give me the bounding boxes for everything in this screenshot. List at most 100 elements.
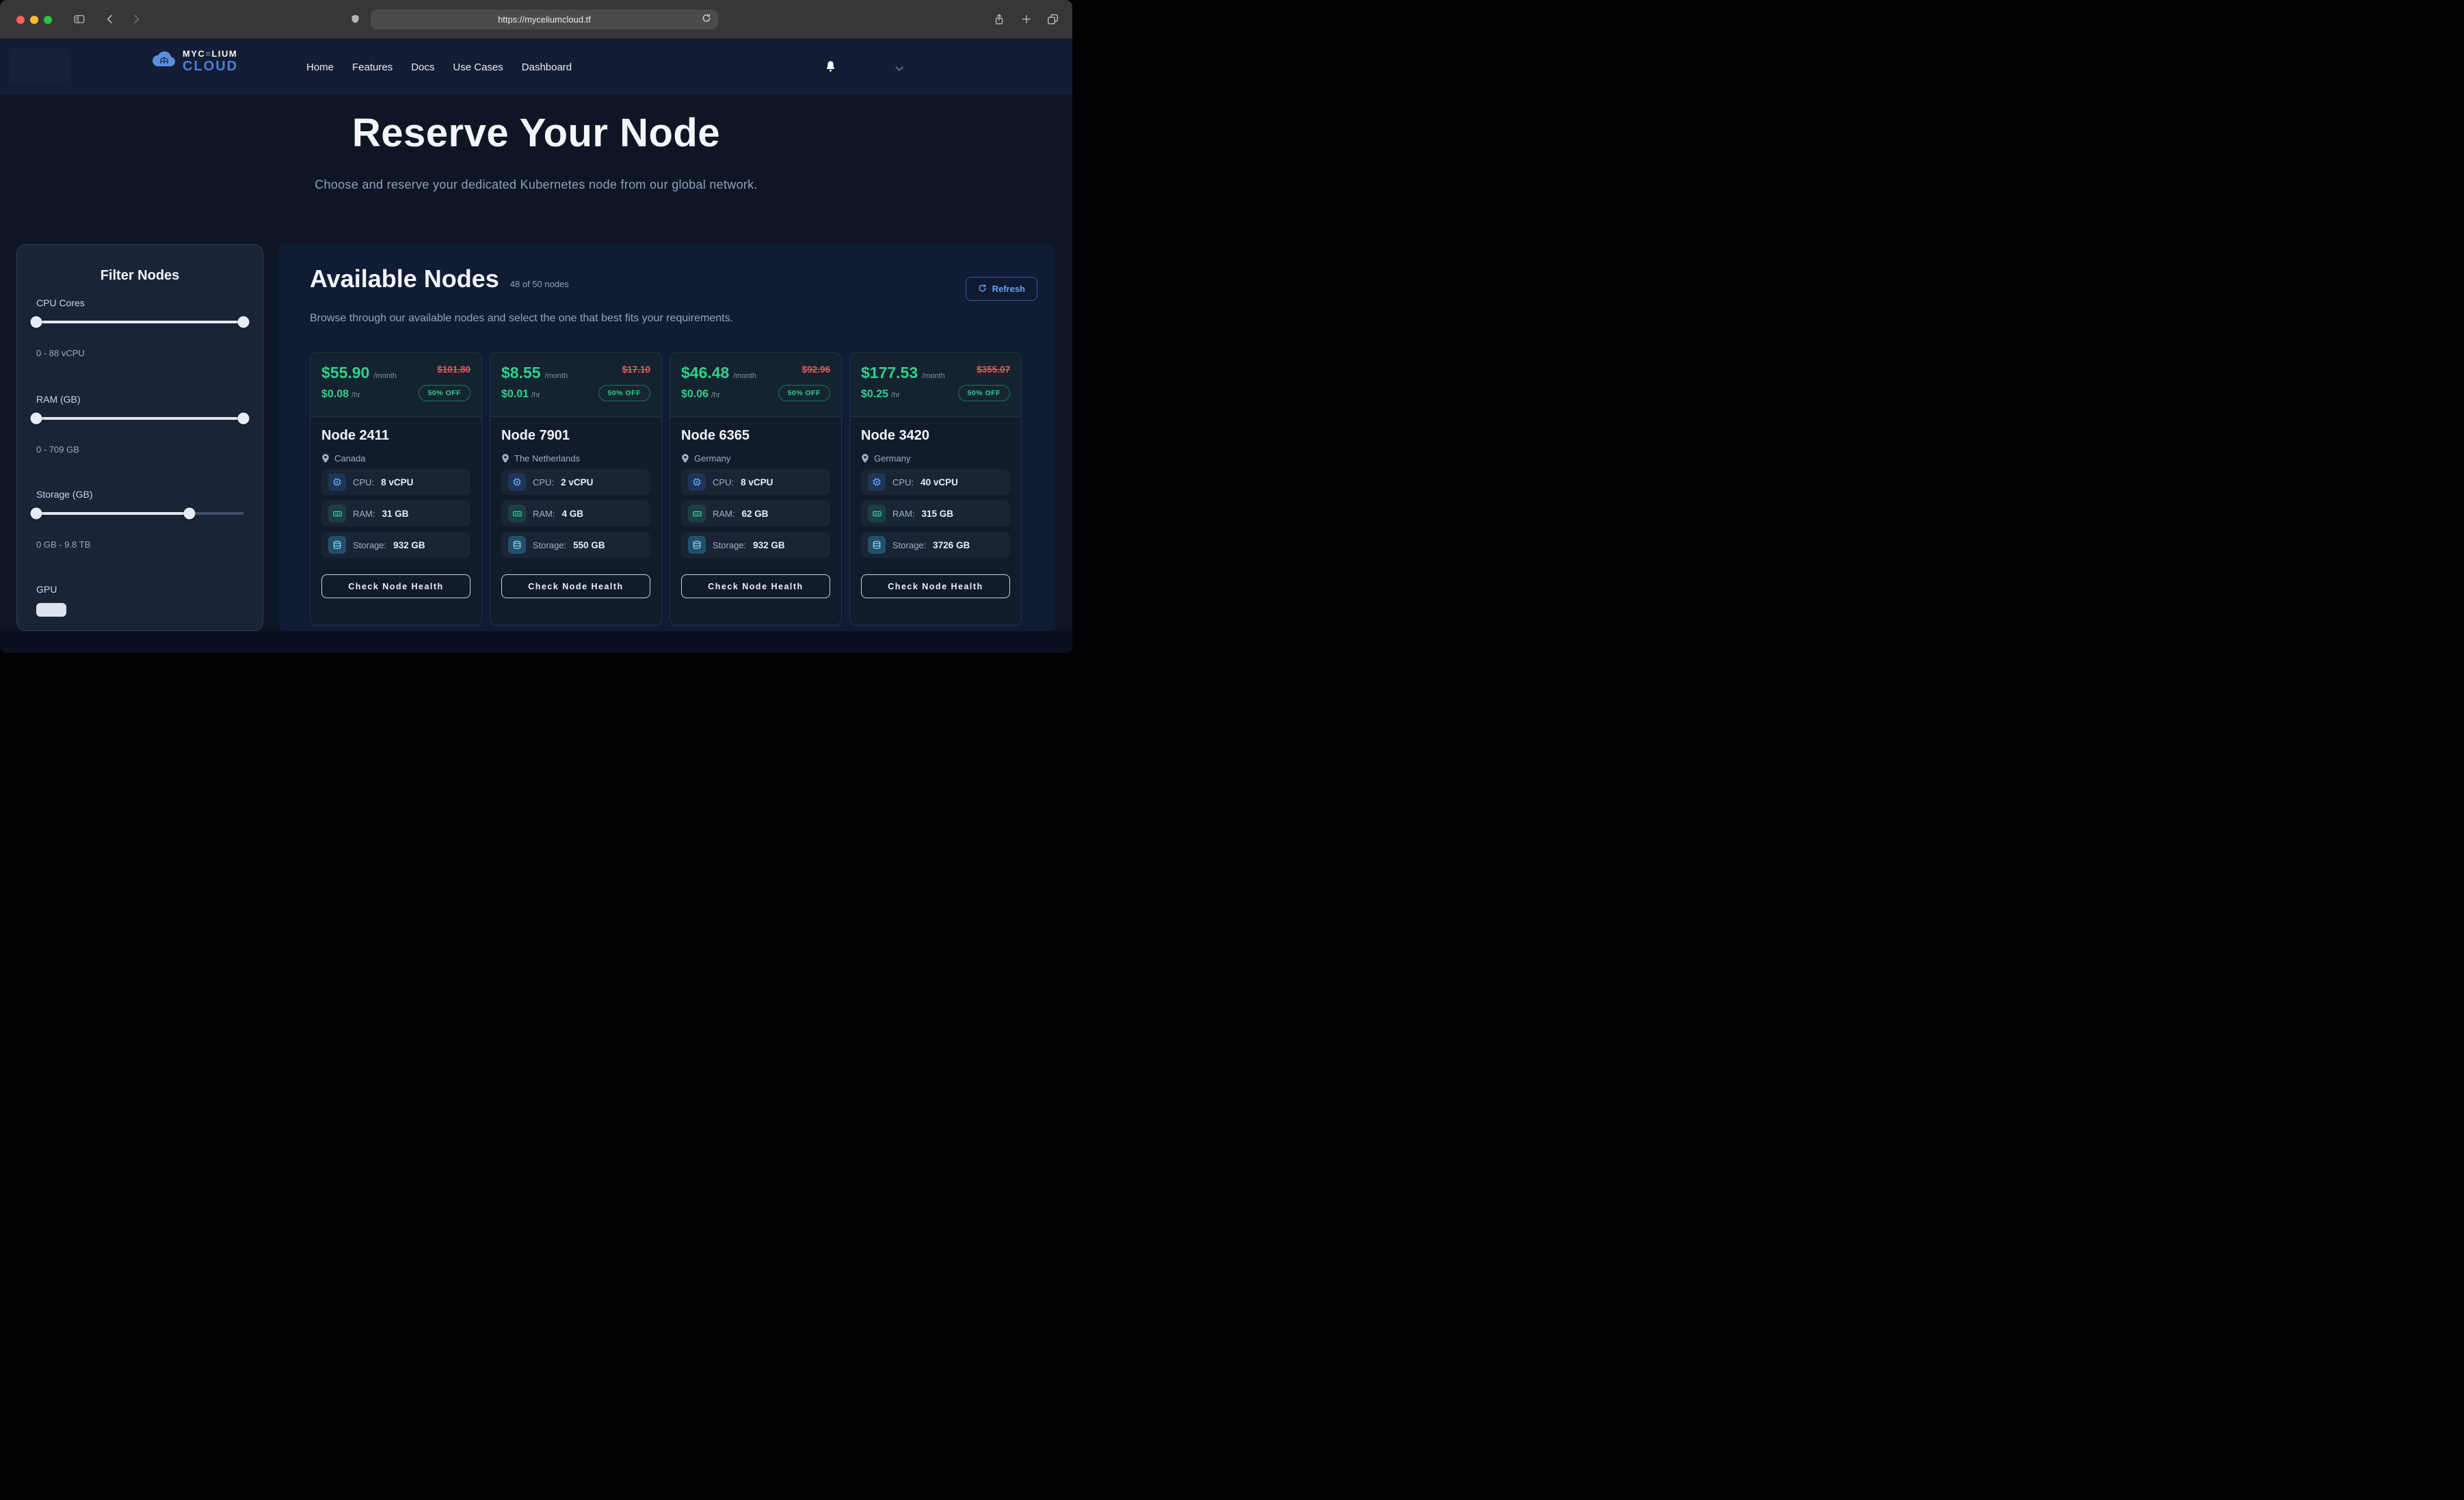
chevron-down-icon[interactable]: [895, 64, 904, 76]
nav-link-docs[interactable]: Docs: [411, 62, 434, 73]
storage-database-icon: [328, 536, 346, 554]
gpu-checkbox[interactable]: [36, 603, 66, 617]
check-node-health-button[interactable]: Check Node Health: [861, 574, 1010, 598]
node-card[interactable]: $8.55/month $0.01/hr $17.10 50% OFF Node…: [490, 352, 662, 626]
ram-spec-label: RAM:: [533, 509, 555, 519]
close-window-button[interactable]: [16, 16, 25, 24]
cpu-spec-label: CPU:: [533, 477, 554, 487]
url-bar[interactable]: https://myceliumcloud.tf: [371, 10, 718, 29]
ram-spec-row: RAM: 31 GB: [321, 500, 471, 526]
cpu-cores-slider[interactable]: [36, 317, 243, 327]
cpu-spec-value: 2 vCPU: [561, 477, 593, 487]
storage-database-icon: [508, 536, 526, 554]
filter-group-gpu: GPU: [36, 584, 243, 617]
storage-spec-value: 3726 GB: [933, 540, 970, 550]
original-price: $355.07: [977, 364, 1010, 375]
monthly-price: $8.55: [501, 364, 541, 382]
slider-handle-max[interactable]: [184, 508, 196, 520]
node-card[interactable]: $46.48/month $0.06/hr $92.96 50% OFF Nod…: [670, 352, 842, 626]
slider-handle-max[interactable]: [238, 317, 250, 328]
storage-spec-value: 932 GB: [753, 540, 785, 550]
per-hour-label: /hr: [891, 391, 900, 399]
node-location: Germany: [861, 453, 1010, 464]
nodes-count: 48 of 50 nodes: [510, 279, 569, 289]
ram-spec-label: RAM:: [713, 509, 735, 519]
nav-ghost-box: [10, 49, 70, 83]
browser-window: https://myceliumcloud.tf MYC≡LIUM CLOUD: [0, 0, 1072, 653]
slider-handle-min[interactable]: [31, 317, 42, 328]
logo-line2: CLOUD: [183, 59, 238, 73]
back-icon[interactable]: [104, 13, 116, 25]
storage-slider[interactable]: [36, 508, 243, 519]
node-name: Node 7901: [501, 428, 650, 444]
notification-bell-icon[interactable]: [824, 59, 837, 77]
node-card[interactable]: $177.53/month $0.25/hr $355.07 50% OFF N…: [849, 352, 1022, 626]
check-node-health-button[interactable]: Check Node Health: [501, 574, 650, 598]
page-title: Reserve Your Node: [0, 110, 1072, 156]
node-card-pricing: $46.48/month $0.06/hr $92.96 50% OFF: [670, 353, 841, 417]
reload-icon[interactable]: [702, 13, 711, 26]
discount-badge: 50% OFF: [778, 385, 830, 401]
slider-handle-max[interactable]: [238, 413, 250, 425]
minimize-window-button[interactable]: [30, 16, 38, 24]
nodes-header: Available Nodes 48 of 50 nodes: [310, 265, 1039, 293]
ram-spec-value: 315 GB: [922, 509, 954, 519]
gpu-label: GPU: [36, 584, 243, 595]
filter-panel: Filter Nodes CPU Cores 0 - 88 vCPU RAM (…: [16, 244, 263, 631]
hourly-price: $0.01: [501, 388, 529, 401]
monthly-price: $55.90: [321, 364, 369, 382]
check-node-health-button[interactable]: Check Node Health: [681, 574, 830, 598]
nav-links: Home Features Docs Use Cases Dashboard: [306, 39, 572, 95]
location-pin-icon: [321, 453, 330, 464]
node-location-text: Germany: [694, 453, 730, 464]
nodes-title: Available Nodes: [310, 265, 499, 293]
cpu-spec-label: CPU:: [892, 477, 914, 487]
storage-spec-value: 550 GB: [573, 540, 605, 550]
nav-link-use-cases[interactable]: Use Cases: [453, 62, 503, 73]
logo[interactable]: MYC≡LIUM CLOUD: [152, 49, 238, 73]
per-month-label: /month: [922, 372, 945, 380]
cpu-spec-row: CPU: 2 vCPU: [501, 469, 650, 495]
sidebar-toggle-icon[interactable]: [72, 13, 86, 25]
forward-icon[interactable]: [130, 13, 142, 25]
refresh-icon: [978, 284, 987, 295]
cpu-spec-value: 8 vCPU: [741, 477, 773, 487]
discount-badge: 50% OFF: [419, 385, 471, 401]
filter-group-storage: Storage (GB) 0 GB - 9.8 TB: [36, 489, 243, 550]
shield-icon[interactable]: [350, 13, 360, 25]
nav-link-dashboard[interactable]: Dashboard: [522, 62, 572, 73]
per-month-label: /month: [545, 372, 568, 380]
ram-spec-row: RAM: 315 GB: [861, 500, 1010, 526]
slider-handle-min[interactable]: [31, 413, 42, 425]
cloud-logo-icon: [152, 50, 176, 72]
ram-spec-row: RAM: 4 GB: [501, 500, 650, 526]
storage-database-icon: [688, 536, 706, 554]
node-location: Germany: [681, 453, 830, 464]
ram-spec-label: RAM:: [892, 509, 915, 519]
node-name: Node 2411: [321, 428, 471, 444]
check-node-health-button[interactable]: Check Node Health: [321, 574, 471, 598]
node-location-text: The Netherlands: [514, 453, 580, 464]
share-icon[interactable]: [993, 13, 1005, 26]
cpu-spec-label: CPU:: [353, 477, 374, 487]
slider-handle-min[interactable]: [31, 508, 42, 520]
node-name: Node 3420: [861, 428, 1010, 444]
zoom-window-button[interactable]: [44, 16, 52, 24]
ram-slider[interactable]: [36, 413, 243, 424]
cpu-range-text: 0 - 88 vCPU: [36, 348, 243, 358]
ram-memory-icon: [688, 505, 706, 522]
hero-section: Reserve Your Node Choose and reserve you…: [0, 95, 1072, 244]
slider-fill: [36, 512, 189, 515]
refresh-label: Refresh: [992, 284, 1025, 294]
storage-spec-row: Storage: 3726 GB: [861, 532, 1010, 558]
refresh-button[interactable]: Refresh: [966, 277, 1037, 301]
ram-spec-value: 62 GB: [742, 509, 769, 519]
storage-spec-row: Storage: 550 GB: [501, 532, 650, 558]
node-card[interactable]: $55.90/month $0.08/hr $101.80 50% OFF No…: [310, 352, 482, 626]
ram-range-text: 0 - 709 GB: [36, 444, 243, 455]
tab-overview-icon[interactable]: [1046, 13, 1059, 26]
nav-link-features[interactable]: Features: [352, 62, 393, 73]
new-tab-icon[interactable]: [1020, 13, 1033, 25]
nav-link-home[interactable]: Home: [306, 62, 334, 73]
cpu-spec-row: CPU: 8 vCPU: [321, 469, 471, 495]
